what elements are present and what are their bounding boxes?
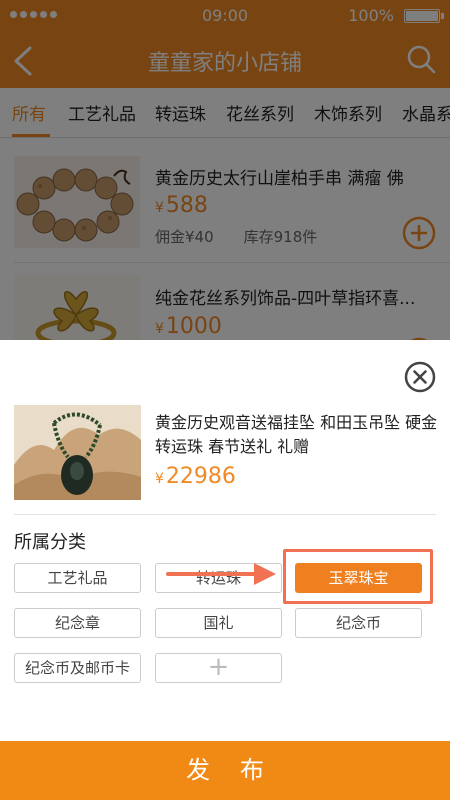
category-chip[interactable]: 纪念章 bbox=[14, 608, 141, 638]
section-title: 所属分类 bbox=[14, 532, 86, 553]
arrow-right-icon bbox=[166, 563, 276, 585]
publish-button[interactable]: 发布 bbox=[0, 741, 450, 800]
category-chip[interactable]: 国礼 bbox=[155, 608, 282, 638]
highlight-box bbox=[283, 549, 433, 604]
category-chip[interactable]: 纪念币及邮币卡 bbox=[14, 653, 141, 683]
add-category-button[interactable]: + bbox=[155, 653, 282, 683]
category-chip[interactable]: 纪念币 bbox=[295, 608, 422, 638]
close-icon[interactable] bbox=[404, 361, 436, 393]
modal-backdrop[interactable] bbox=[0, 0, 450, 340]
category-chip[interactable]: 工艺礼品 bbox=[14, 563, 141, 593]
sheet-divider bbox=[14, 514, 436, 515]
selected-product-price: ¥22986 bbox=[155, 464, 236, 489]
selected-product-name: 黄金历史观音送福挂坠 和田玉吊坠 硬金转运珠 春节送礼 礼赠 bbox=[155, 413, 438, 456]
selected-product-image bbox=[14, 405, 141, 500]
